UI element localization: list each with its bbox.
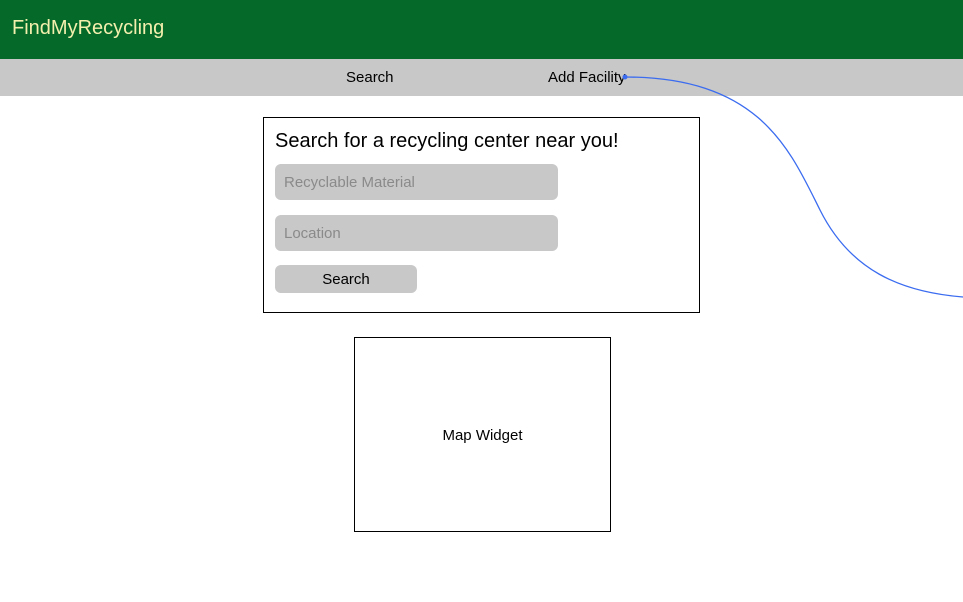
nav-item-add-facility[interactable]: Add Facility [548, 69, 626, 86]
location-input[interactable] [275, 215, 558, 251]
nav-bar: Search Add Facility [0, 59, 963, 96]
material-input[interactable] [275, 164, 558, 200]
nav-item-search[interactable]: Search [346, 69, 394, 86]
app-header: FindMyRecycling [0, 0, 963, 59]
search-button[interactable]: Search [275, 265, 417, 293]
search-panel: Search for a recycling center near you! … [263, 117, 700, 313]
app-title: FindMyRecycling [12, 17, 165, 39]
search-heading: Search for a recycling center near you! [275, 130, 619, 152]
map-widget-label: Map Widget [442, 427, 523, 444]
map-widget[interactable]: Map Widget [354, 337, 611, 532]
